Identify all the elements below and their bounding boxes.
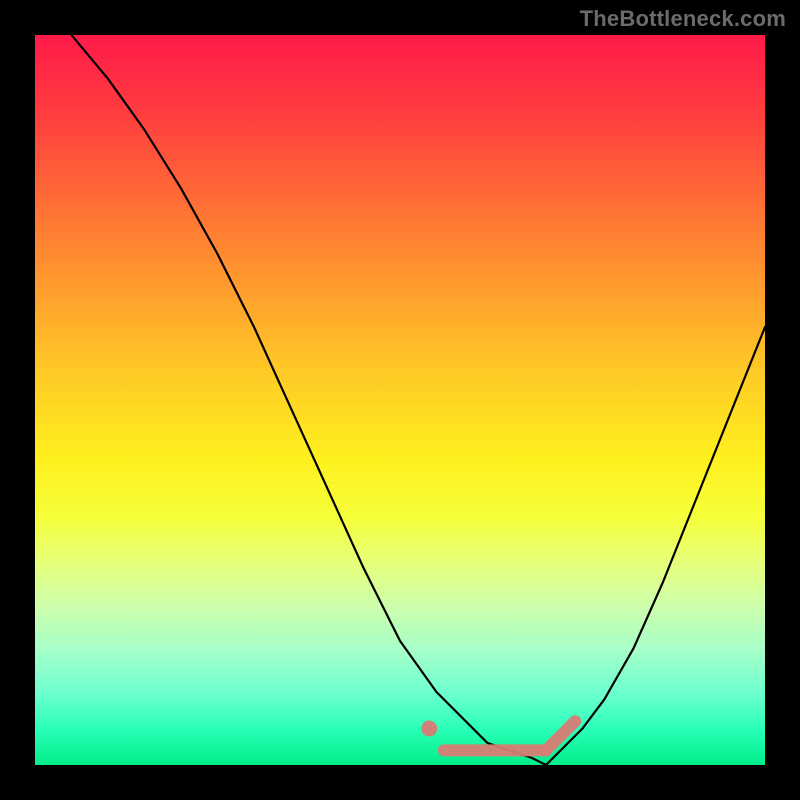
highlight-rise-segment xyxy=(546,721,575,750)
attribution-text: TheBottleneck.com xyxy=(580,6,786,32)
curve-left xyxy=(72,35,547,765)
curve-right xyxy=(546,327,765,765)
highlight-left-dot xyxy=(421,721,437,737)
chart-svg xyxy=(35,35,765,765)
chart-plot-area xyxy=(35,35,765,765)
